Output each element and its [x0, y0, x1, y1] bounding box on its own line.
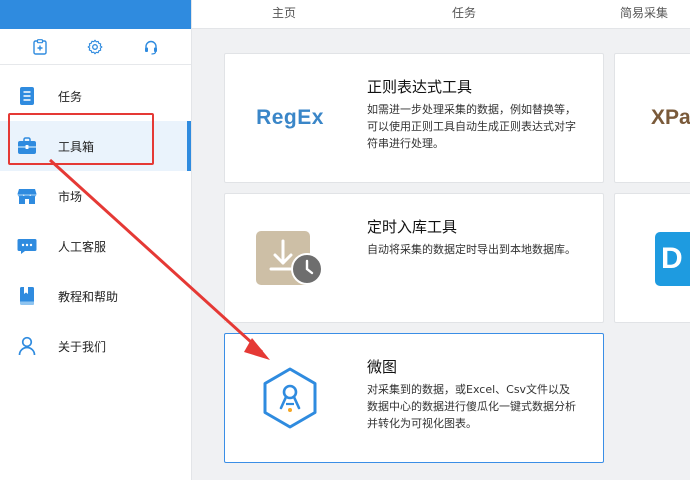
- sidebar-item-tasks[interactable]: 任务: [0, 71, 191, 121]
- chat-bubble-icon: [16, 235, 38, 257]
- download-clock-icon: [225, 194, 355, 322]
- sidebar-item-label: 人工客服: [58, 239, 107, 254]
- sidebar-item-about[interactable]: 关于我们: [0, 321, 191, 371]
- sidebar-header-bar: [0, 0, 191, 29]
- card-description: 如需进一步处理采集的数据，例如替换等，可以使用正则工具自动生成正则表达式对字符串…: [367, 103, 576, 150]
- sidebar: 任务 工具箱 市场 人工客服 教程和帮助 关于我们: [0, 0, 192, 480]
- tool-card-weitu[interactable]: 微图 对采集到的数据，或Excel、Csv文件以及数据中心的数据进行傻瓜化一键式…: [224, 333, 604, 463]
- card-title: 定时入库工具: [367, 218, 458, 236]
- sidebar-item-label: 关于我们: [58, 339, 107, 354]
- headset-icon[interactable]: [142, 38, 160, 56]
- gear-icon[interactable]: [86, 38, 104, 56]
- market-store-icon: [16, 185, 38, 207]
- card-description: 自动将采集的数据定时导出到本地数据库。: [367, 243, 576, 256]
- sidebar-item-market[interactable]: 市场: [0, 171, 191, 221]
- partial-app-icon: D: [655, 232, 690, 286]
- card-title: 正则表达式工具: [367, 78, 473, 96]
- weitu-hexagon-logo-icon: [225, 334, 355, 462]
- card-title: 微图: [367, 358, 398, 376]
- sidebar-item-support[interactable]: 人工客服: [0, 221, 191, 271]
- sidebar-nav: 任务 工具箱 市场 人工客服 教程和帮助 关于我们: [0, 71, 191, 371]
- tab-simple-collect[interactable]: 简易采集: [620, 4, 668, 21]
- sidebar-item-label: 市场: [58, 189, 83, 204]
- sidebar-item-label: 教程和帮助: [58, 289, 119, 304]
- regex-logo-text-reg: Reg: [256, 106, 298, 129]
- regex-logo-text-ex: Ex: [297, 106, 324, 129]
- tool-card-xpath-partial[interactable]: XPa: [614, 53, 690, 183]
- sidebar-toolbar: [0, 29, 191, 65]
- top-tab-bar: 主页 任务 简易采集: [192, 0, 690, 29]
- sidebar-item-tutorials[interactable]: 教程和帮助: [0, 271, 191, 321]
- tab-tasks[interactable]: 任务: [452, 4, 476, 21]
- tool-card-regex[interactable]: RegEx 正则表达式工具 如需进一步处理采集的数据，例如替换等，可以使用正则工…: [224, 53, 604, 183]
- tab-home[interactable]: 主页: [272, 4, 296, 21]
- regex-logo: RegEx: [225, 54, 355, 182]
- card-description: 对采集到的数据，或Excel、Csv文件以及数据中心的数据进行傻瓜化一键式数据分…: [367, 383, 576, 430]
- sidebar-item-label: 工具箱: [58, 139, 95, 154]
- sidebar-item-toolbox[interactable]: 工具箱: [0, 121, 191, 171]
- sidebar-item-label: 任务: [58, 89, 83, 104]
- clipboard-add-icon[interactable]: [31, 38, 49, 56]
- toolbox-icon: [16, 135, 38, 157]
- user-icon: [16, 335, 38, 357]
- task-document-icon: [16, 85, 38, 107]
- book-icon: [16, 285, 38, 307]
- tool-card-scheduled-import[interactable]: 定时入库工具 自动将采集的数据定时导出到本地数据库。: [224, 193, 604, 323]
- tool-card-partial[interactable]: D: [614, 193, 690, 323]
- xpath-logo-text: XPa: [651, 106, 690, 129]
- partial-app-icon-letter: D: [661, 242, 683, 275]
